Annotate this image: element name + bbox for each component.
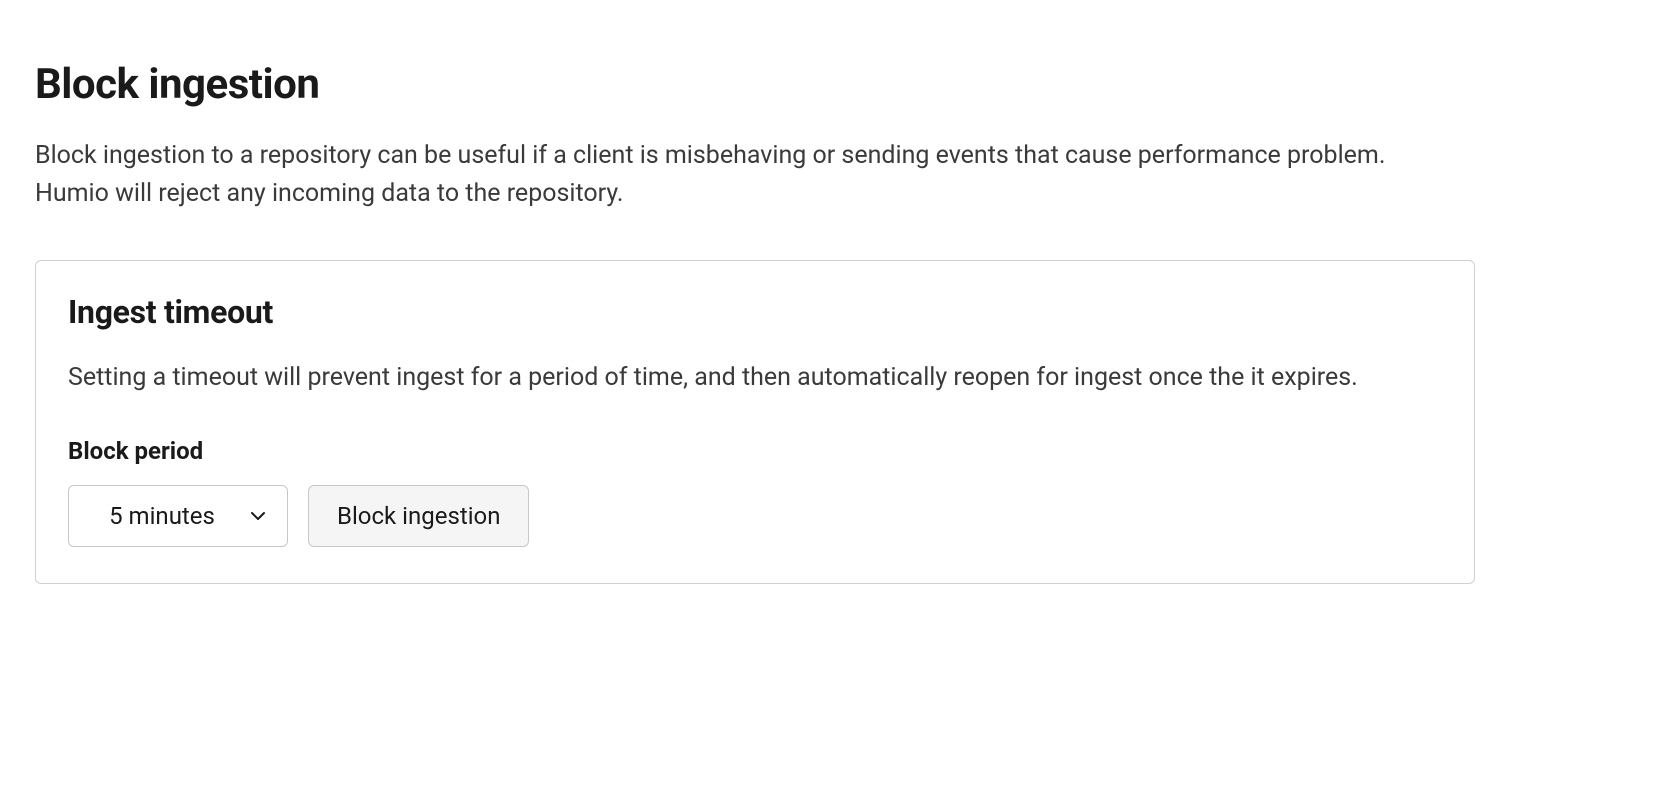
card-title: Ingest timeout [68,293,1442,331]
ingest-timeout-card: Ingest timeout Setting a timeout will pr… [35,260,1475,584]
page-container: Block ingestion Block ingestion to a rep… [0,0,1672,619]
card-description: Setting a timeout will prevent ingest fo… [68,359,1428,397]
controls-row: 5 minutes Block ingestion [68,485,1442,547]
block-period-label: Block period [68,437,1442,465]
block-period-select-wrapper: 5 minutes [68,485,288,547]
block-period-select[interactable]: 5 minutes [68,485,288,547]
page-title: Block ingestion [35,60,1637,109]
page-description: Block ingestion to a repository can be u… [35,137,1455,212]
block-ingestion-button[interactable]: Block ingestion [308,485,529,547]
